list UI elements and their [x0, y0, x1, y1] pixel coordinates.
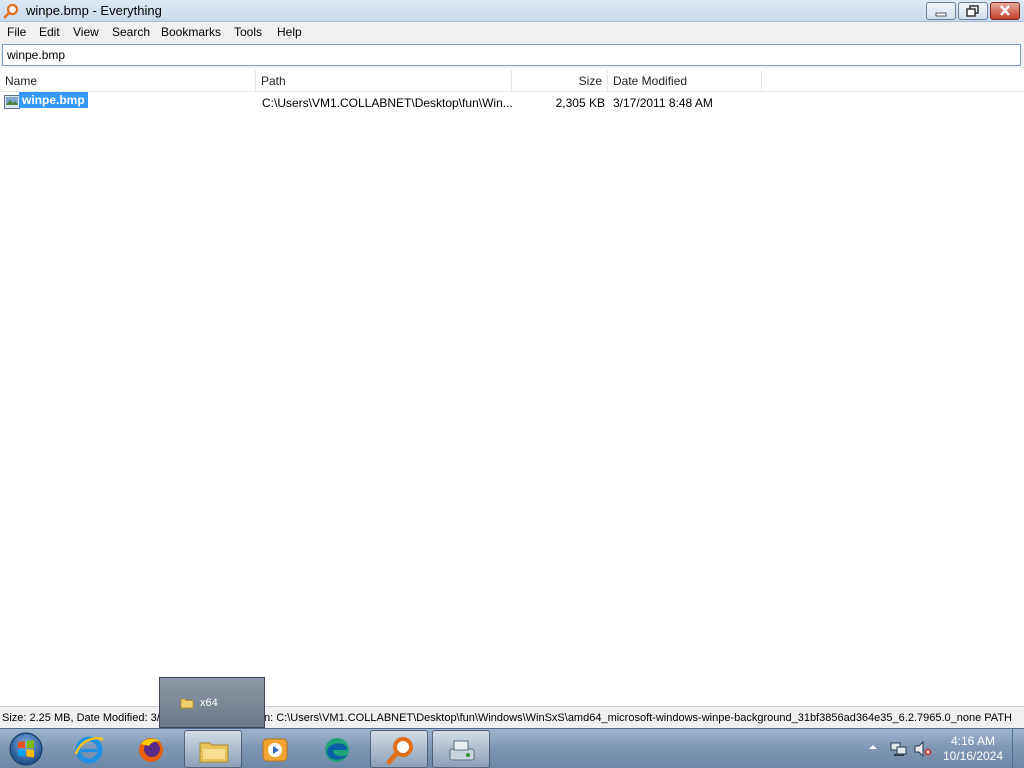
taskbar-firefox[interactable] [122, 730, 180, 768]
close-icon [1000, 5, 1010, 16]
control-panel-icon [449, 740, 475, 761]
folder-icon [180, 698, 194, 709]
results-list[interactable]: winpe.bmp C:\Users\VM1.COLLABNET\Desktop… [0, 92, 1024, 706]
taskbar-file-explorer[interactable] [184, 730, 242, 768]
title-bar[interactable]: winpe.bmp - Everything [0, 0, 1024, 22]
clock-time: 4:16 AM [950, 734, 996, 748]
search-bar [0, 42, 1024, 68]
taskbar-control-panel[interactable] [432, 730, 490, 768]
taskbar-thumbnail-popup[interactable]: x64 [159, 677, 265, 728]
status-bar: Size: 2.25 MB, Date Modified: 3/ n: C:\U… [0, 706, 1024, 728]
windows-start-icon [9, 732, 43, 766]
start-button[interactable] [4, 730, 48, 768]
search-input[interactable] [2, 44, 1021, 66]
column-headers: Name Path Size Date Modified [0, 70, 1024, 92]
status-text-right: n: C:\Users\VM1.COLLABNET\Desktop\fun\Wi… [264, 712, 1012, 724]
firefox-icon [139, 738, 163, 762]
edge-icon [325, 738, 349, 762]
bitmap-file-icon [4, 95, 20, 109]
show-desktop-button[interactable] [1012, 729, 1024, 768]
menu-bookmarks[interactable]: Bookmarks [161, 25, 221, 39]
result-path: C:\Users\VM1.COLLABNET\Desktop\fun\Win..… [262, 96, 512, 110]
taskbar-internet-explorer[interactable] [60, 730, 118, 768]
thumbnail-label: x64 [200, 697, 218, 709]
close-button[interactable] [990, 2, 1020, 20]
minimize-icon [935, 12, 947, 17]
menu-file[interactable]: File [7, 25, 26, 39]
menu-tools[interactable]: Tools [234, 25, 262, 39]
everything-search-icon [386, 737, 413, 765]
result-date-modified: 3/17/2011 8:48 AM [613, 96, 713, 110]
column-header-path[interactable]: Path [256, 70, 512, 92]
taskbar: 4:16 AM 10/16/2024 [0, 728, 1024, 768]
everything-app-icon [3, 3, 19, 19]
internet-explorer-icon [74, 736, 104, 764]
result-row[interactable]: winpe.bmp C:\Users\VM1.COLLABNET\Desktop… [0, 92, 1024, 113]
column-header-date-modified[interactable]: Date Modified [608, 70, 762, 92]
result-name: winpe.bmp [19, 92, 88, 108]
volume-muted-icon[interactable] [914, 741, 932, 757]
window-title: winpe.bmp - Everything [26, 3, 162, 18]
result-size: 2,305 KB [555, 96, 605, 110]
status-text-left: Size: 2.25 MB, Date Modified: 3/ [2, 712, 160, 724]
taskbar-edge[interactable] [308, 730, 366, 768]
media-player-icon [262, 738, 288, 762]
network-icon[interactable] [890, 741, 908, 757]
minimize-button[interactable] [926, 2, 956, 20]
clock-date: 10/16/2024 [942, 749, 1004, 763]
menu-help[interactable]: Help [277, 25, 302, 39]
menu-bar: File Edit View Search Bookmarks Tools He… [0, 22, 1024, 42]
taskbar-everything[interactable] [370, 730, 428, 768]
menu-edit[interactable]: Edit [39, 25, 60, 39]
file-explorer-icon [199, 742, 229, 763]
system-clock[interactable]: 4:16 AM 10/16/2024 [938, 734, 1008, 764]
restore-button[interactable] [958, 2, 988, 20]
menu-search[interactable]: Search [112, 25, 150, 39]
column-header-name[interactable]: Name [0, 70, 256, 92]
menu-view[interactable]: View [73, 25, 99, 39]
show-hidden-icons-icon[interactable] [868, 743, 878, 751]
taskbar-media-player[interactable] [246, 730, 304, 768]
column-header-size[interactable]: Size [512, 70, 608, 92]
restore-icon [966, 5, 979, 17]
